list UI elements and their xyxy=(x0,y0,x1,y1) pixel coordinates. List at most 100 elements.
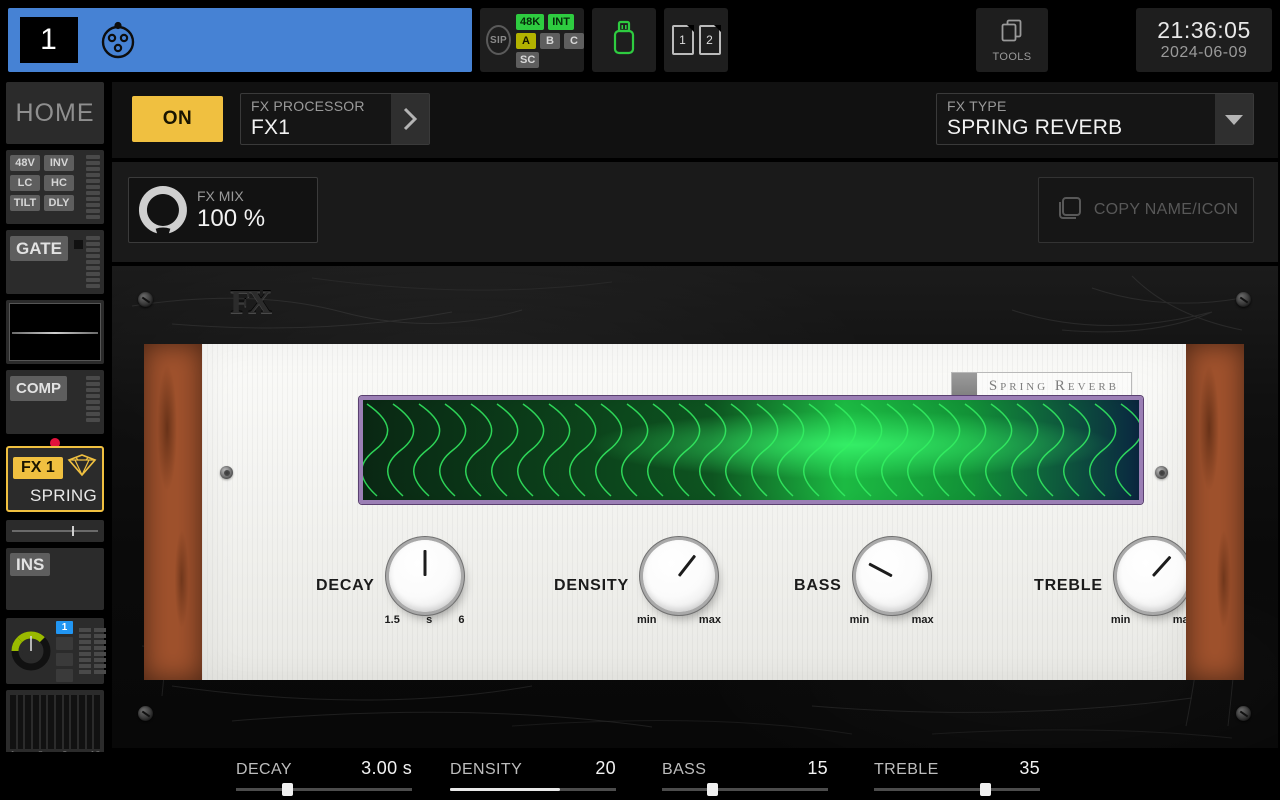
fx-header-row: ON FX PROCESSOR FX1 FX TYPE SPRING REVER… xyxy=(112,82,1278,158)
parameter-bar: DECAY 3.00 s DENSITY 20 BASS 15 TREBLE 3… xyxy=(0,752,1280,800)
param-decay-value: 3.00 s xyxy=(361,758,412,778)
bus-cell-2[interactable] xyxy=(56,636,73,650)
status-badge-sc[interactable]: SC xyxy=(516,52,540,68)
knob-scale-treble: min max xyxy=(1111,614,1195,626)
preamp-badge-tilt[interactable]: TILT xyxy=(10,195,40,211)
preamp-badge-48v[interactable]: 48V xyxy=(10,155,40,171)
sidebar-item-preamp[interactable]: 48V INV LC HC TILT DLY xyxy=(6,150,104,224)
gem-diamond-icon xyxy=(67,453,97,482)
comp-level-meter xyxy=(86,376,100,428)
sidebar-item-eq[interactable] xyxy=(6,300,104,364)
param-treble-track[interactable] xyxy=(874,783,1040,796)
param-bass-handle[interactable] xyxy=(706,783,718,796)
tools-button[interactable]: TOOLS xyxy=(976,8,1048,72)
preamp-badge-dly[interactable]: DLY xyxy=(44,195,74,211)
preamp-badge-list: 48V INV LC HC TILT DLY xyxy=(10,155,80,219)
param-treble-name: TREBLE xyxy=(874,761,939,778)
sidebar-item-comp[interactable]: COMP xyxy=(6,370,104,434)
knob-pointer-density xyxy=(677,554,697,577)
bus-assign-column[interactable]: 1 xyxy=(56,620,73,682)
knob-label-treble: TREBLE xyxy=(1034,577,1103,594)
knob-scale-decay: 1.5 s 6 xyxy=(383,614,467,626)
plugin-faceplate: Spring Reverb DECAY 1.5 s 6 DENSITY min … xyxy=(144,344,1244,680)
fx-mix-control[interactable]: FX MIX 100 % xyxy=(128,177,318,243)
sip-indicator[interactable]: SIP xyxy=(486,25,511,55)
knob-scale-bass: min max xyxy=(850,614,934,626)
param-treble-handle[interactable] xyxy=(980,783,992,796)
knob-decay[interactable] xyxy=(388,540,461,612)
status-badge-c[interactable]: C xyxy=(564,33,584,49)
param-decay-name: DECAY xyxy=(236,761,292,778)
top-status-bar: 1 SIP 48K INT A B C SC 1 2 TOOLS 21:36:0… xyxy=(0,0,1280,80)
sd-card-tile[interactable]: 1 2 xyxy=(664,8,728,72)
fx-type-label: FX TYPE xyxy=(947,98,1007,114)
chevron-right-icon[interactable] xyxy=(391,94,429,144)
copy-name-icon-label: COPY NAME/ICON xyxy=(1093,201,1239,218)
preamp-badge-lc[interactable]: LC xyxy=(10,175,40,191)
chevron-down-icon[interactable] xyxy=(1215,94,1253,144)
param-treble-value: 35 xyxy=(1019,758,1040,778)
plugin-panel: FX Spring Reverb DECAY 1.5 s 6 DENSITY m… xyxy=(112,266,1278,748)
param-decay-track[interactable] xyxy=(236,783,412,796)
xlr-connector-icon xyxy=(94,16,142,64)
sd-slot-2[interactable]: 2 xyxy=(698,25,721,55)
usb-drive-tile[interactable] xyxy=(592,8,656,72)
bus-cell-4[interactable] xyxy=(56,668,73,682)
fx-send-track xyxy=(12,526,98,536)
knob-group-bass: BASS min max xyxy=(794,540,934,632)
sidebar-item-pan[interactable]: 1 xyxy=(6,618,106,684)
gate-label: GATE xyxy=(10,236,68,261)
panel-screw-bottom-right xyxy=(1236,706,1251,721)
sidebar-item-insert[interactable]: INS xyxy=(6,548,104,610)
fx-send-handle[interactable] xyxy=(72,526,75,536)
copy-name-icon-button[interactable]: COPY NAME/ICON xyxy=(1038,177,1254,243)
status-badge-grid: 48K INT A B C SC xyxy=(516,12,584,68)
sidebar-item-gate[interactable]: GATE xyxy=(6,230,104,294)
sd-slot-1[interactable]: 1 xyxy=(671,25,694,55)
fx-mix-label: FX MIX xyxy=(197,187,244,204)
param-density-track[interactable] xyxy=(450,788,616,791)
gate-level-meter xyxy=(86,236,100,288)
param-decay[interactable]: DECAY 3.00 s xyxy=(236,758,412,798)
knob-treble[interactable] xyxy=(1116,540,1189,612)
param-density[interactable]: DENSITY 20 xyxy=(450,758,616,798)
fx-mix-row: FX MIX 100 % COPY NAME/ICON xyxy=(112,162,1278,262)
channel-strip-header[interactable]: 1 xyxy=(8,8,472,72)
panel-screw-bottom-left xyxy=(138,706,153,721)
knob-density[interactable] xyxy=(642,540,715,612)
fx-on-button[interactable]: ON xyxy=(132,96,223,142)
fx-type-value: SPRING REVERB xyxy=(947,116,1123,139)
fx-mix-knob-icon xyxy=(137,184,189,238)
knob-scale-density-max: max xyxy=(698,614,721,626)
param-bass[interactable]: BASS 15 xyxy=(662,758,828,798)
eq-curve-display xyxy=(9,303,101,361)
param-decay-handle[interactable] xyxy=(282,783,294,796)
status-badge-b[interactable]: B xyxy=(540,33,560,49)
clock-tile[interactable]: 21:36:05 2024-06-09 xyxy=(1136,8,1272,72)
comp-label: COMP xyxy=(10,376,67,401)
knob-bass[interactable] xyxy=(855,540,928,612)
gate-status-dot xyxy=(73,240,83,249)
knob-row: DECAY 1.5 s 6 DENSITY min max BASS min m… xyxy=(202,540,1195,650)
fx-processor-selector[interactable]: FX PROCESSOR FX1 xyxy=(240,93,430,145)
param-density-fill xyxy=(450,788,560,791)
sidebar-item-fx1[interactable]: FX 1 SPRING xyxy=(6,446,104,512)
preamp-badge-inv[interactable]: INV xyxy=(44,155,74,171)
fx-mix-value: 100 % xyxy=(197,204,266,232)
status-badge-int: INT xyxy=(548,14,574,30)
param-treble[interactable]: TREBLE 35 xyxy=(874,758,1040,798)
wood-panel-right xyxy=(1186,344,1244,680)
knob-label-decay: DECAY xyxy=(316,577,375,594)
pan-knob[interactable] xyxy=(10,630,52,672)
fx-slot-badge: FX 1 xyxy=(13,456,63,479)
system-status-tile[interactable]: SIP 48K INT A B C SC xyxy=(480,8,584,72)
preamp-badge-hc[interactable]: HC xyxy=(44,175,74,191)
clock-date: 2024-06-09 xyxy=(1160,44,1248,61)
bus-cell-3[interactable] xyxy=(56,652,73,666)
fx-send-slider[interactable] xyxy=(6,520,104,542)
status-badge-a[interactable]: A xyxy=(516,33,536,49)
param-bass-track[interactable] xyxy=(662,783,828,796)
fx-type-selector[interactable]: FX TYPE SPRING REVERB xyxy=(936,93,1254,145)
bus-cell-active[interactable]: 1 xyxy=(56,620,73,634)
sidebar-item-home[interactable]: HOME xyxy=(6,82,104,144)
